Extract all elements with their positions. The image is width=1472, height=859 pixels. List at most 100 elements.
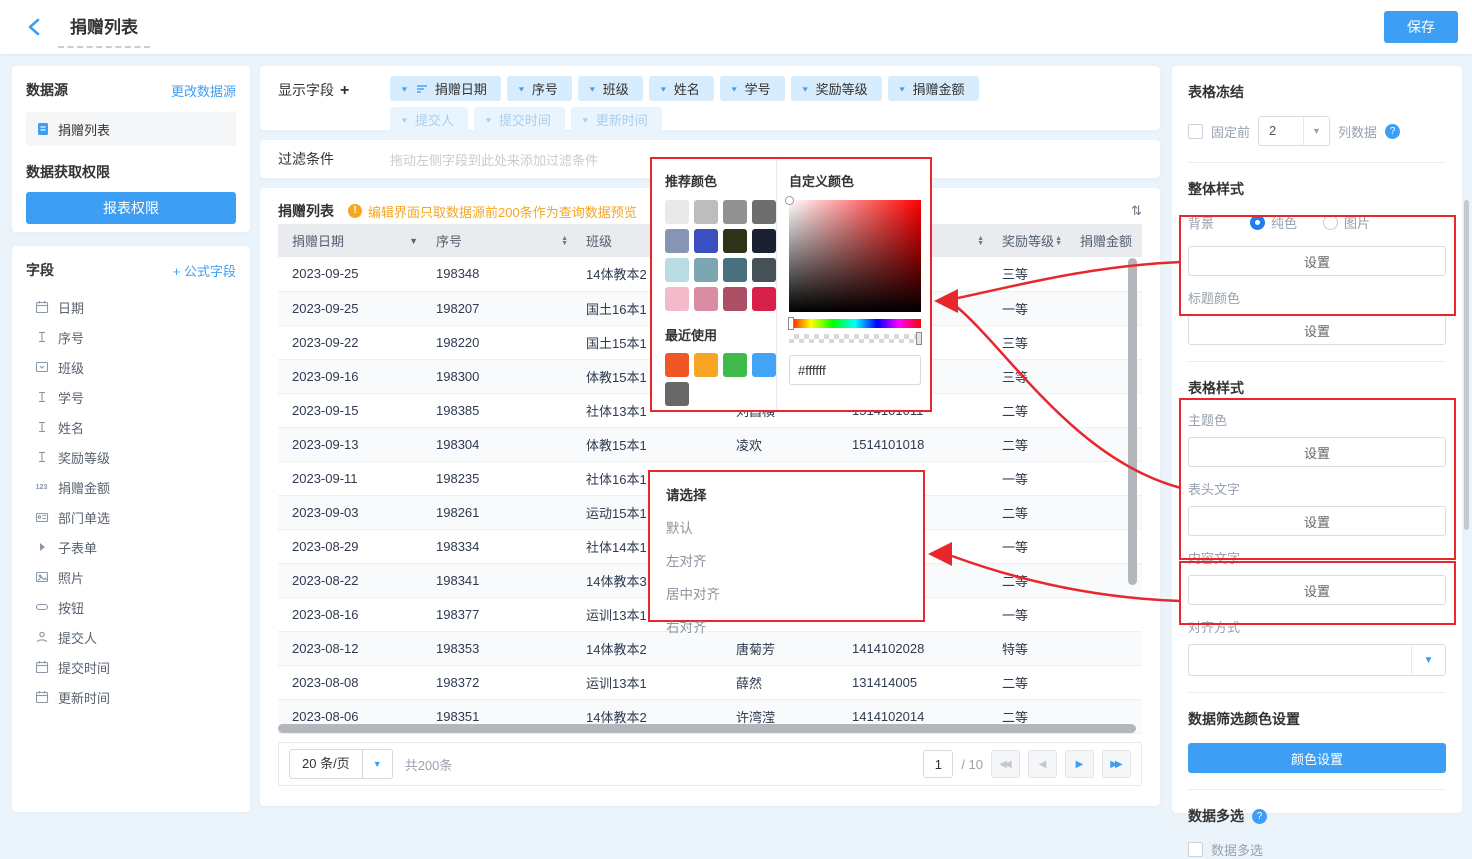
last-page-button[interactable]: ▶▶ bbox=[1102, 750, 1131, 778]
hex-color-input[interactable] bbox=[789, 355, 921, 385]
field-item[interactable]: 照片 bbox=[26, 562, 236, 592]
field-item[interactable]: 奖励等级 bbox=[26, 442, 236, 472]
field-chip[interactable]: ▼更新时间 bbox=[571, 107, 662, 132]
page-size-select[interactable]: 20 条/页 ▼ bbox=[289, 749, 393, 779]
fields-list: 日期序号班级学号姓名奖励等级123捐赠金额部门单选子表单照片按钮提交人提交时间更… bbox=[26, 292, 236, 712]
freeze-count-select[interactable]: 2 ▼ bbox=[1258, 116, 1330, 146]
hue-slider[interactable] bbox=[789, 319, 921, 328]
field-item[interactable]: 班级 bbox=[26, 352, 236, 382]
color-swatch[interactable] bbox=[665, 258, 689, 282]
color-swatch[interactable] bbox=[723, 200, 747, 224]
field-item[interactable]: 子表单 bbox=[26, 532, 236, 562]
help-icon[interactable]: ? bbox=[1385, 124, 1400, 139]
save-button[interactable]: 保存 bbox=[1384, 11, 1458, 43]
datasource-item[interactable]: 捐赠列表 bbox=[26, 112, 236, 146]
table-vertical-scrollbar[interactable] bbox=[1128, 258, 1137, 585]
field-item[interactable]: 日期 bbox=[26, 292, 236, 322]
align-option[interactable]: 左对齐 bbox=[666, 550, 923, 570]
align-option[interactable]: 居中对齐 bbox=[666, 583, 923, 603]
recent-color-swatch[interactable] bbox=[665, 382, 689, 406]
color-swatch[interactable] bbox=[665, 229, 689, 253]
field-chip[interactable]: ▼姓名 bbox=[649, 76, 714, 101]
field-item[interactable]: 提交人 bbox=[26, 622, 236, 652]
color-swatch[interactable] bbox=[665, 200, 689, 224]
header-text-setting-button[interactable]: 设置 bbox=[1188, 506, 1446, 536]
table-row[interactable]: 2023-09-13198304体教15本1凌欢1514101018二等 bbox=[278, 427, 1142, 461]
table-horizontal-scrollbar[interactable] bbox=[278, 724, 1136, 733]
multi-select-checkbox[interactable] bbox=[1188, 842, 1203, 857]
column-header[interactable]: 序号▲▼ bbox=[422, 224, 572, 257]
align-option[interactable]: 默认 bbox=[666, 517, 923, 537]
hue-handle[interactable] bbox=[788, 317, 794, 330]
recent-color-swatch[interactable] bbox=[723, 353, 747, 377]
radio-image[interactable]: 图片 bbox=[1323, 213, 1370, 232]
field-chip[interactable]: ▼捐赠日期 bbox=[390, 76, 501, 101]
color-swatch[interactable] bbox=[694, 287, 718, 311]
alpha-slider[interactable] bbox=[789, 334, 921, 343]
page-number-input[interactable] bbox=[923, 750, 953, 778]
color-swatch[interactable] bbox=[694, 200, 718, 224]
next-page-button[interactable]: ▶ bbox=[1065, 750, 1094, 778]
field-item[interactable]: 姓名 bbox=[26, 412, 236, 442]
saturation-value-picker[interactable] bbox=[789, 200, 921, 312]
field-item[interactable]: 部门单选 bbox=[26, 502, 236, 532]
color-swatch[interactable] bbox=[665, 287, 689, 311]
recent-color-swatch[interactable] bbox=[694, 353, 718, 377]
color-swatch[interactable] bbox=[694, 258, 718, 282]
field-item[interactable]: 按钮 bbox=[26, 592, 236, 622]
align-mode-select[interactable]: ▼ bbox=[1188, 644, 1446, 676]
field-chip[interactable]: ▼学号 bbox=[720, 76, 785, 101]
color-swatch[interactable] bbox=[752, 229, 776, 253]
color-swatch[interactable] bbox=[752, 258, 776, 282]
color-swatch[interactable] bbox=[723, 287, 747, 311]
background-setting-button[interactable]: 设置 bbox=[1188, 246, 1446, 276]
column-header[interactable]: 奖励等级▲▼ bbox=[988, 224, 1066, 257]
field-chip[interactable]: ▼班级 bbox=[578, 76, 643, 101]
help-icon[interactable]: ? bbox=[1252, 809, 1267, 824]
table-cell: 三等 bbox=[988, 359, 1066, 393]
color-swatch[interactable] bbox=[723, 229, 747, 253]
chip-label: 奖励等级 bbox=[816, 79, 868, 98]
field-chip[interactable]: ▼捐赠金额 bbox=[888, 76, 979, 101]
add-field-button[interactable]: + bbox=[340, 82, 349, 99]
color-swatch[interactable] bbox=[752, 287, 776, 311]
table-sort-icon[interactable]: ⇅ bbox=[1131, 203, 1142, 219]
settings-panel: 表格冻结 固定前 2 ▼ 列数据 ? 整体样式 背景 纯色 图片 设置 标题颜色… bbox=[1172, 66, 1462, 813]
color-setting-button[interactable]: 颜色设置 bbox=[1188, 743, 1446, 773]
field-chip[interactable]: ▼提交时间 bbox=[474, 107, 565, 132]
field-chip[interactable]: ▼奖励等级 bbox=[791, 76, 882, 101]
recent-color-swatch[interactable] bbox=[752, 353, 776, 377]
field-item[interactable]: 学号 bbox=[26, 382, 236, 412]
align-option[interactable]: 右对齐 bbox=[666, 616, 923, 636]
color-swatch[interactable] bbox=[752, 200, 776, 224]
radio-solid-color[interactable]: 纯色 bbox=[1250, 213, 1297, 232]
field-item[interactable]: 提交时间 bbox=[26, 652, 236, 682]
column-header[interactable]: 捐赠日期▼ bbox=[278, 224, 422, 257]
table-row[interactable]: 2023-08-08198372运训13本1薛然131414005二等 bbox=[278, 665, 1142, 699]
filter-caret-icon[interactable]: ▼ bbox=[409, 236, 418, 246]
alpha-handle[interactable] bbox=[916, 332, 922, 345]
sidebar-scrollbar[interactable] bbox=[1464, 200, 1469, 530]
field-item[interactable]: 更新时间 bbox=[26, 682, 236, 712]
color-swatch[interactable] bbox=[723, 258, 747, 282]
theme-color-setting-button[interactable]: 设置 bbox=[1188, 437, 1446, 467]
first-page-button[interactable]: ◀◀ bbox=[991, 750, 1020, 778]
content-text-setting-button[interactable]: 设置 bbox=[1188, 575, 1446, 605]
column-header[interactable]: 捐赠金额 bbox=[1066, 224, 1142, 257]
chevron-down-icon: ▼ bbox=[400, 116, 409, 124]
back-icon[interactable] bbox=[24, 16, 46, 38]
prev-page-button[interactable]: ◀ bbox=[1028, 750, 1057, 778]
field-item[interactable]: 123捐赠金额 bbox=[26, 472, 236, 502]
field-chip[interactable]: ▼序号 bbox=[507, 76, 572, 101]
freeze-checkbox[interactable] bbox=[1188, 124, 1203, 139]
sv-handle[interactable] bbox=[785, 196, 794, 205]
change-datasource-link[interactable]: 更改数据源 bbox=[171, 81, 236, 100]
field-chip[interactable]: ▼提交人 bbox=[390, 107, 468, 132]
title-color-setting-button[interactable]: 设置 bbox=[1188, 315, 1446, 345]
table-row[interactable]: 2023-08-1219835314体教本2唐菊芳1414102028特等 bbox=[278, 631, 1142, 665]
color-swatch[interactable] bbox=[694, 229, 718, 253]
recent-color-swatch[interactable] bbox=[665, 353, 689, 377]
formula-field-link[interactable]: + 公式字段 bbox=[173, 261, 236, 280]
field-item[interactable]: 序号 bbox=[26, 322, 236, 352]
report-permission-button[interactable]: 报表权限 bbox=[26, 192, 236, 224]
